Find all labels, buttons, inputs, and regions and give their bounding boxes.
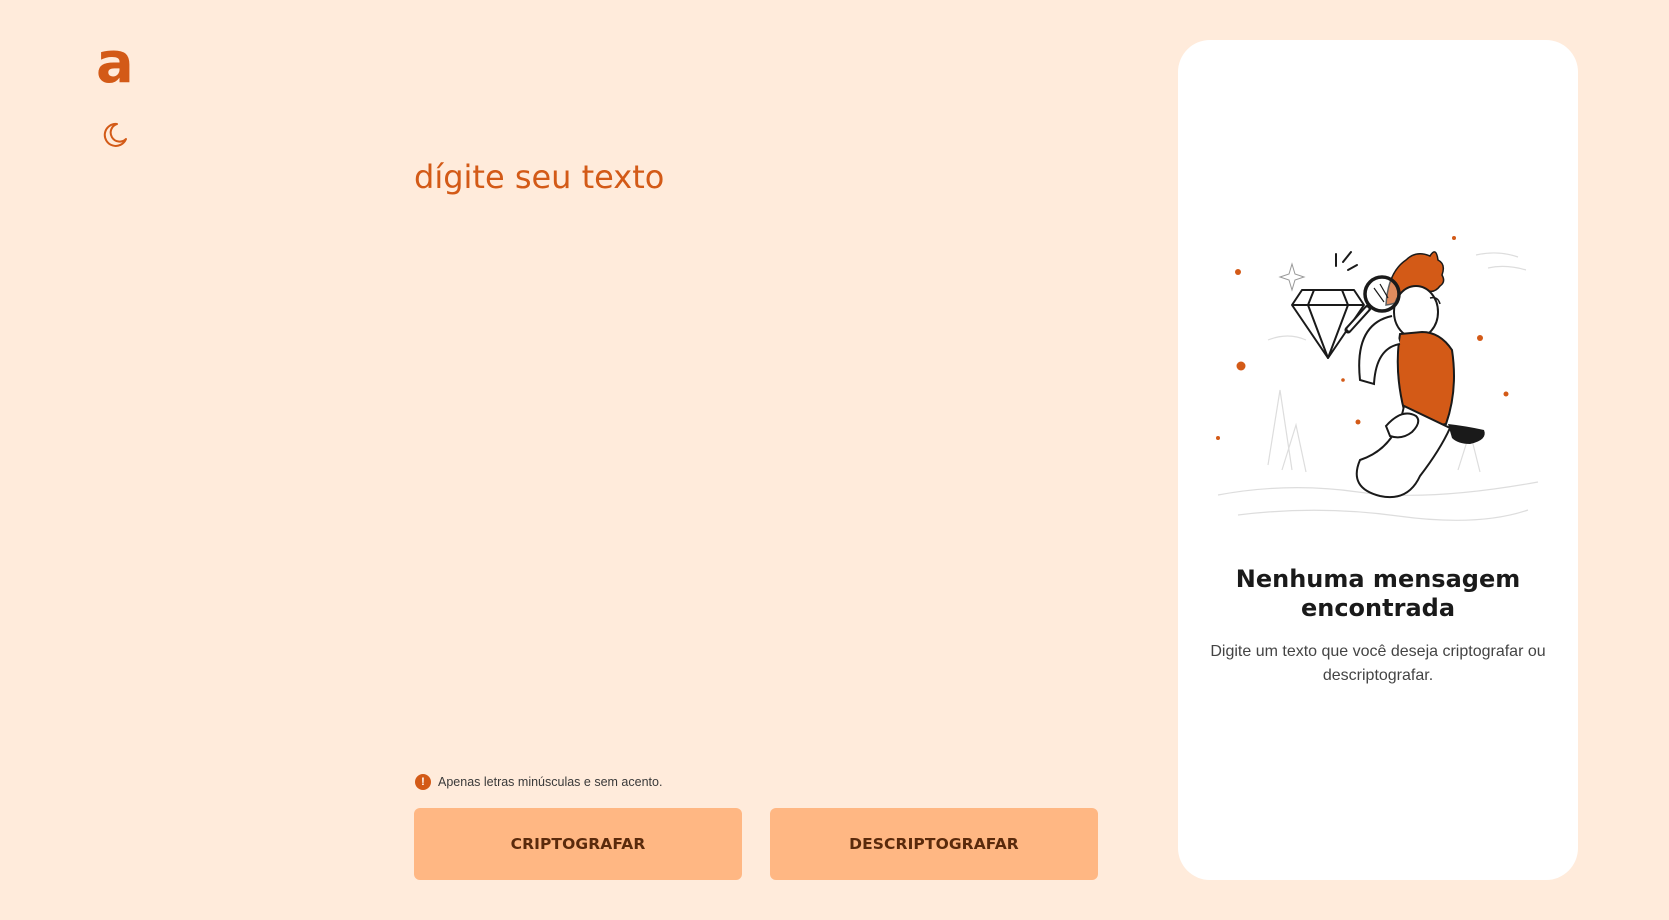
exclamation-icon: ! — [415, 774, 431, 790]
output-panel: Nenhuma mensagem encontrada Digite um te… — [1178, 40, 1578, 880]
hint-text: Apenas letras minúsculas e sem acento. — [438, 775, 663, 789]
input-hint: ! Apenas letras minúsculas e sem acento. — [415, 774, 662, 790]
empty-state-description: Digite um texto que você deseja criptogr… — [1210, 643, 1546, 684]
brand-logo: a — [96, 38, 134, 90]
theme-toggle-button[interactable] — [100, 120, 130, 150]
svg-text:a: a — [96, 38, 134, 90]
decrypt-button[interactable]: DESCRIPTOGRAFAR — [770, 808, 1098, 880]
encrypt-button[interactable]: CRIPTOGRAFAR — [414, 808, 742, 880]
message-input[interactable] — [414, 158, 1099, 748]
person-with-magnifier-illustration — [1216, 236, 1539, 521]
moon-icon — [103, 122, 127, 147]
empty-state-title: Nenhuma mensagem encontrada — [1235, 565, 1521, 622]
